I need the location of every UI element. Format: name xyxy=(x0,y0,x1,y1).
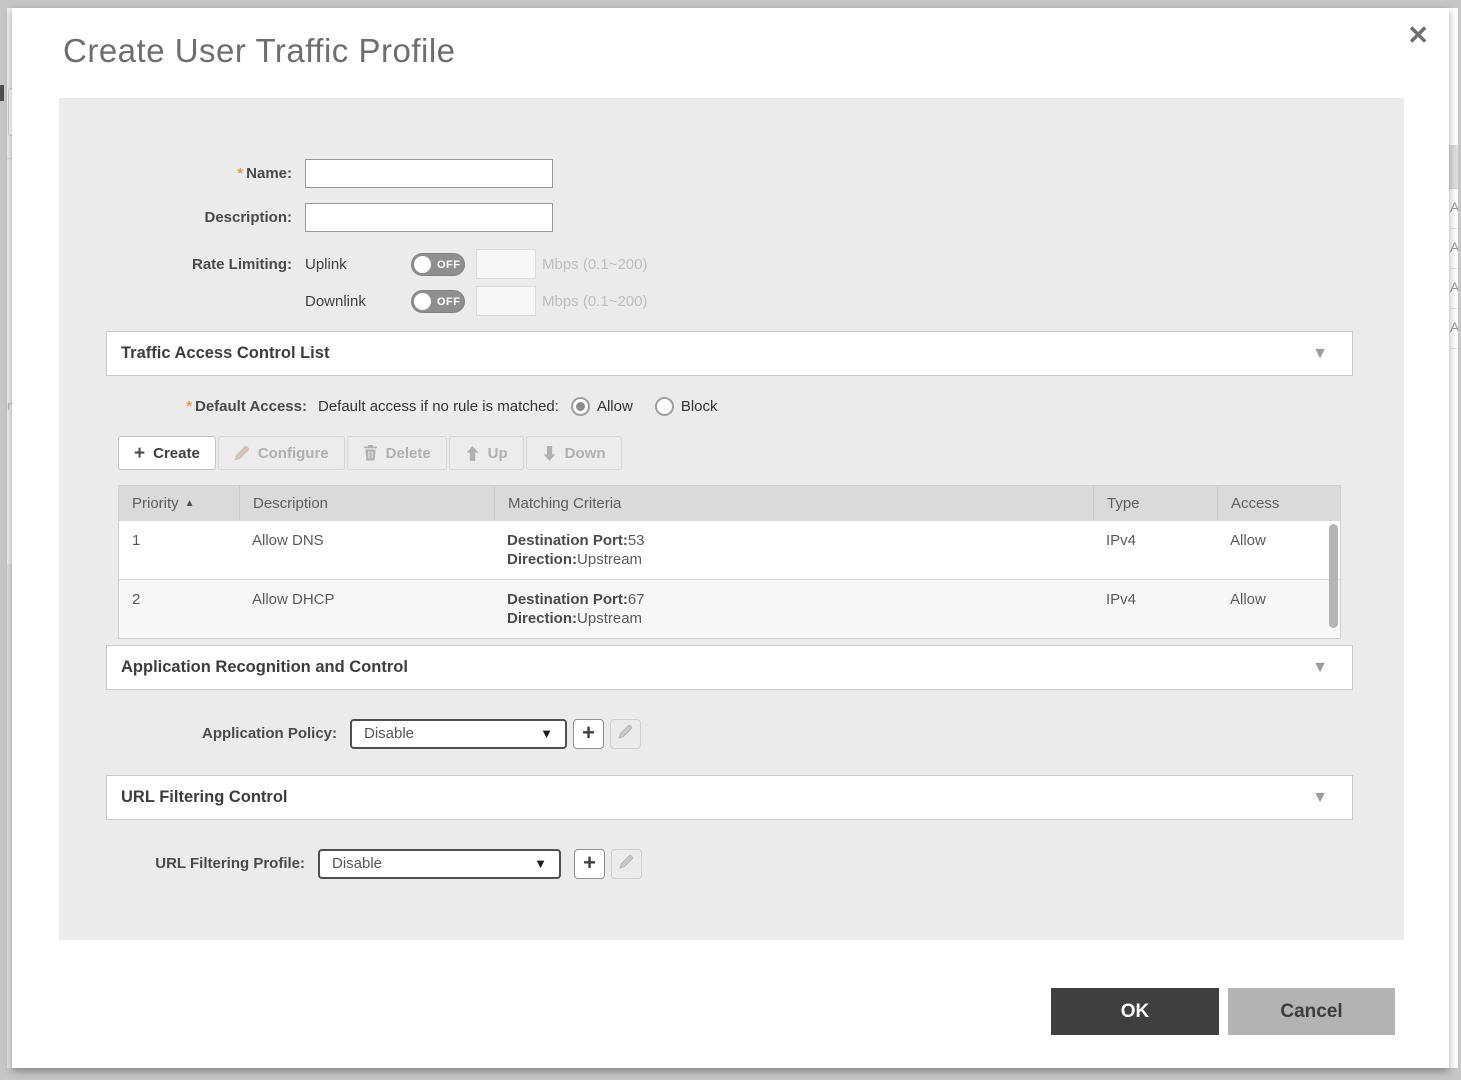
arrow-up-icon xyxy=(465,446,480,461)
move-up-button[interactable]: Up xyxy=(449,436,524,470)
create-user-traffic-profile-dialog: Create User Traffic Profile ✕ *Name: Des… xyxy=(12,8,1449,1068)
table-row[interactable]: 1 Allow DNS Destination Port:53 Directio… xyxy=(119,520,1340,579)
name-input[interactable] xyxy=(305,159,553,188)
cell-type: IPv4 xyxy=(1093,580,1217,638)
cell-description: Allow DNS xyxy=(239,521,494,579)
chevron-down-icon: ▼ xyxy=(534,856,547,871)
cancel-button[interactable]: Cancel xyxy=(1228,988,1395,1035)
collapse-caret-icon[interactable]: ▼ xyxy=(1312,345,1328,363)
radio-selected-icon xyxy=(571,397,590,416)
ok-button[interactable]: OK xyxy=(1051,988,1219,1035)
section-traffic-access-control-list[interactable]: Traffic Access Control List ▼ xyxy=(106,331,1353,376)
create-button[interactable]: + Create xyxy=(118,436,216,470)
configure-button[interactable]: Configure xyxy=(218,436,345,470)
cell-priority: 1 xyxy=(119,521,239,579)
pencil-icon xyxy=(619,854,634,874)
collapse-caret-icon[interactable]: ▼ xyxy=(1312,659,1328,677)
add-application-policy-button[interactable]: + xyxy=(573,719,604,749)
url-filtering-profile-select[interactable]: Disable ▼ xyxy=(318,849,561,879)
close-icon[interactable]: ✕ xyxy=(1407,22,1429,48)
collapse-caret-icon[interactable]: ▼ xyxy=(1312,789,1328,807)
downlink-rate-toggle[interactable]: OFF xyxy=(411,290,465,313)
table-scrollbar[interactable] xyxy=(1329,524,1338,628)
background-table-row-fragment: A xyxy=(1450,229,1458,269)
radio-block[interactable]: Block xyxy=(655,397,718,416)
section-title: Application Recognition and Control xyxy=(121,658,408,677)
uplink-label: Uplink xyxy=(305,256,411,273)
acl-toolbar: + Create Configure Delete Up Down xyxy=(118,436,622,470)
default-access-row: *Default Access: Default access if no ru… xyxy=(59,397,718,416)
dialog-title: Create User Traffic Profile xyxy=(63,32,456,70)
plus-icon: + xyxy=(134,444,145,463)
description-label: Description: xyxy=(59,209,305,226)
rate-limiting-label: Rate Limiting: xyxy=(59,256,305,273)
chevron-down-icon: ▼ xyxy=(540,726,553,741)
dialog-body-panel: *Name: Description: Rate Limiting: Uplin… xyxy=(59,98,1404,940)
sort-asc-icon: ▲ xyxy=(185,498,195,509)
section-title: Traffic Access Control List xyxy=(121,344,329,363)
background-table-header-fragment xyxy=(1449,145,1458,189)
cell-type: IPv4 xyxy=(1093,521,1217,579)
pencil-icon xyxy=(618,724,633,744)
toggle-state-label: OFF xyxy=(437,296,461,308)
cell-priority: 2 xyxy=(119,580,239,638)
background-notch xyxy=(0,85,4,101)
section-url-filtering-control[interactable]: URL Filtering Control ▼ xyxy=(106,775,1353,820)
trash-icon xyxy=(363,445,378,461)
column-header-priority[interactable]: Priority ▲ xyxy=(119,486,239,520)
arrow-down-icon xyxy=(542,446,557,461)
add-url-filtering-profile-button[interactable]: + xyxy=(574,849,605,879)
application-policy-select[interactable]: Disable ▼ xyxy=(350,719,567,749)
radio-unselected-icon xyxy=(655,397,674,416)
column-header-type[interactable]: Type xyxy=(1093,486,1217,520)
column-header-matching-criteria[interactable]: Matching Criteria xyxy=(494,486,1093,520)
section-title: URL Filtering Control xyxy=(121,788,288,807)
application-policy-label: Application Policy: xyxy=(59,725,350,742)
downlink-label: Downlink xyxy=(305,293,411,310)
acl-table: Priority ▲ Description Matching Criteria… xyxy=(118,485,1341,639)
column-header-access[interactable]: Access xyxy=(1217,486,1340,520)
select-value: Disable xyxy=(332,855,382,872)
column-header-description[interactable]: Description xyxy=(239,486,494,520)
table-row[interactable]: 2 Allow DHCP Destination Port:67 Directi… xyxy=(119,579,1340,638)
default-access-description: Default access if no rule is matched: xyxy=(318,398,559,415)
acl-table-header: Priority ▲ Description Matching Criteria… xyxy=(119,486,1340,520)
select-value: Disable xyxy=(364,725,414,742)
edit-url-filtering-profile-button[interactable] xyxy=(611,849,642,879)
required-asterisk: * xyxy=(186,398,192,415)
radio-block-label: Block xyxy=(681,398,718,415)
downlink-rate-hint: Mbps (0.1~200) xyxy=(542,293,647,310)
background-table-row-fragment: A xyxy=(1450,269,1458,309)
name-label: *Name: xyxy=(59,165,305,182)
edit-application-policy-button[interactable] xyxy=(610,719,641,749)
toggle-knob-icon xyxy=(414,293,431,310)
uplink-rate-toggle[interactable]: OFF xyxy=(411,253,465,276)
uplink-rate-hint: Mbps (0.1~200) xyxy=(542,256,647,273)
toggle-state-label: OFF xyxy=(437,259,461,271)
cell-access: Allow xyxy=(1217,580,1340,638)
background-table-sliver: A A A A xyxy=(1449,8,1458,1068)
background-table-row-fragment: A xyxy=(1450,309,1458,349)
description-input[interactable] xyxy=(305,203,553,232)
downlink-mbps-input xyxy=(476,286,536,316)
background-table-row-fragment: A xyxy=(1450,189,1458,229)
required-asterisk: * xyxy=(237,165,243,182)
radio-allow-label: Allow xyxy=(597,398,633,415)
url-filtering-profile-label: URL Filtering Profile: xyxy=(59,855,318,872)
cell-access: Allow xyxy=(1217,521,1340,579)
pencil-icon xyxy=(234,445,250,461)
move-down-button[interactable]: Down xyxy=(526,436,622,470)
toggle-knob-icon xyxy=(414,256,431,273)
uplink-mbps-input xyxy=(476,249,536,279)
radio-allow[interactable]: Allow xyxy=(571,397,633,416)
cell-matching-criteria: Destination Port:67 Direction:Upstream xyxy=(494,580,1093,638)
default-access-label: *Default Access: xyxy=(59,398,307,415)
section-application-recognition-control[interactable]: Application Recognition and Control ▼ xyxy=(106,645,1353,690)
cell-description: Allow DHCP xyxy=(239,580,494,638)
delete-button[interactable]: Delete xyxy=(347,436,447,470)
cell-matching-criteria: Destination Port:53 Direction:Upstream xyxy=(494,521,1093,579)
